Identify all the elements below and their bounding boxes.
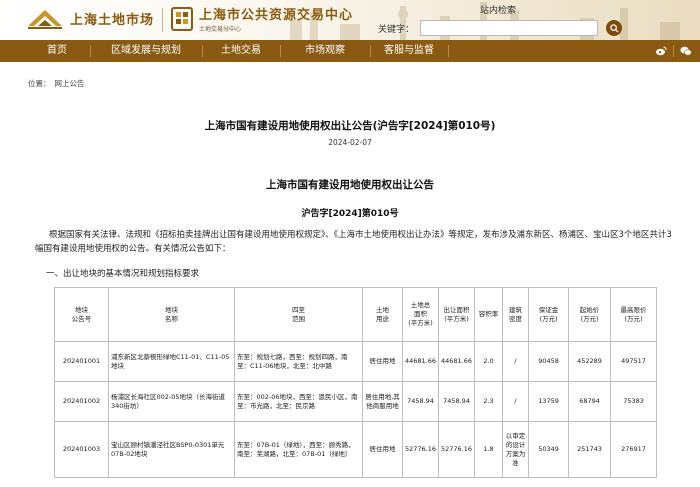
cell-transfer-area: 7458.94 <box>438 381 476 422</box>
cell-deposit: 90458 <box>528 341 570 382</box>
logo2-subtext: 土地交易分中心 <box>199 26 242 33</box>
header-transfer-area: 出让面积 (平方米) <box>438 287 476 342</box>
cell-transfer-area: 52776.16 <box>438 421 476 478</box>
table-header-row: 地块 公告号 地块 名称 四至 范围 土地 用途 土地总 面积 (平方米) 出让面积 (平方米… <box>54 287 658 342</box>
cell-building-density: 以审定的设计方案为准 <box>502 421 530 478</box>
weibo-icon[interactable] <box>655 45 667 57</box>
cell-plot-number: 202401003 <box>54 421 109 478</box>
nav-icon-group <box>655 40 692 62</box>
page-title: 上海市国有建设用地使用权出让公告(沪告字[2024]第010号) <box>204 120 496 132</box>
header-building-density: 建筑 密度 <box>502 287 530 342</box>
logo-divider <box>162 8 163 32</box>
header-starting-price: 起始价 (万元) <box>568 287 612 342</box>
notice-number: 沪告字[2024]第010号 <box>301 209 399 219</box>
header-land-use: 土地 用途 <box>362 287 403 342</box>
header-plot-number: 地块 公告号 <box>54 287 109 342</box>
header-deposit: 保证金 (万元) <box>528 287 570 342</box>
header-plot-name: 地块 名称 <box>108 287 235 342</box>
shanghai-land-market-logo[interactable]: 上海土地市场 <box>26 6 154 30</box>
main-nav: 首页 区域发展与规划 土地交易 市场观察 客服与监督 <box>0 40 700 62</box>
cell-boundaries: 东至：规划七路，西至：规划四路，南至：C11-06地块，北至：北中路 <box>234 341 363 382</box>
cell-plot-name: 杨浦区长海社区002-05地块（长海街道340街坊） <box>108 381 235 422</box>
cell-starting-price: 251743 <box>568 421 612 478</box>
cell-plot-ratio: 2.3 <box>474 381 504 422</box>
logo2-text: 上海市公共资源交易中心 <box>199 8 354 23</box>
land-plots-table: 地块 公告号 地块 名称 四至 范围 土地 用途 土地总 面积 (平方米) 出让面积 (平方米… <box>54 287 658 478</box>
cell-plot-name: 宝山区顾村镇潘泾社区BSP0-0301单元07B-02地块 <box>108 421 235 478</box>
nav-icon-separator <box>673 45 674 57</box>
cell-boundaries: 东至：002-06地块，西至：恩民小区，南至：市光路，北至：民京路 <box>234 381 363 422</box>
cell-boundaries: 东至：07B-01（绿地），西至：顾秀路，南至：芜湖路，北至：07B-01（绿地… <box>234 421 363 478</box>
cell-deposit: 13759 <box>528 381 570 422</box>
cell-building-density: / <box>502 341 530 382</box>
search-button[interactable] <box>606 20 622 36</box>
nav-separator <box>448 45 449 57</box>
public-resources-center-logo[interactable]: 上海市公共资源交易中心 土地交易分中心 <box>170 4 353 33</box>
cell-plot-number: 202401001 <box>54 341 109 382</box>
nav-item-land-transaction[interactable]: 土地交易 <box>202 40 280 62</box>
cell-land-use: 居住用地 <box>362 341 403 382</box>
breadcrumb: 位置： 网上公告 <box>28 78 85 89</box>
cell-max-price: 276917 <box>610 421 658 478</box>
cell-total-area: 52776.16 <box>401 421 440 478</box>
section-heading: 一、出让地块的基本情况和规划指标要求 <box>46 269 200 279</box>
search-icon <box>609 23 619 33</box>
resources-center-logo-icon <box>171 6 193 31</box>
cell-plot-ratio: 2.0 <box>474 341 504 382</box>
cell-max-price: 497517 <box>610 341 658 382</box>
nav-item-regional-development[interactable]: 区域发展与规划 <box>90 40 202 62</box>
nav-item-customer-service[interactable]: 客服与监督 <box>370 40 448 62</box>
cell-land-use: 居住用地,其他商服用地 <box>362 381 403 422</box>
breadcrumb-position-label: 位置： <box>28 79 51 88</box>
table-row: 202401003 宝山区顾村镇潘泾社区BSP0-0301单元07B-02地块 … <box>54 421 658 478</box>
cell-starting-price: 452289 <box>568 341 612 382</box>
cell-land-use: 居住用地 <box>362 421 403 478</box>
cell-plot-ratio: 1.8 <box>474 421 504 478</box>
header-max-price: 最高限价 (万元) <box>610 287 658 342</box>
cell-building-density: / <box>502 381 530 422</box>
cell-max-price: 75383 <box>610 381 658 422</box>
cell-total-area: 7458.94 <box>401 381 440 422</box>
notice-title: 上海市国有建设用地使用权出让公告 <box>266 179 434 191</box>
land-market-logo-icon <box>28 10 62 29</box>
nav-item-home[interactable]: 首页 <box>24 40 90 62</box>
logo1-text: 上海土地市场 <box>70 12 155 28</box>
breadcrumb-current[interactable]: 网上公告 <box>55 78 85 89</box>
nav-item-market-observation[interactable]: 市场观察 <box>280 40 370 62</box>
publish-date: 2024-02-07 <box>328 138 372 147</box>
site-search-title: 站内检索 <box>480 6 517 16</box>
cell-deposit: 50349 <box>528 421 570 478</box>
search-input[interactable] <box>420 20 598 36</box>
header-boundaries: 四至 范围 <box>234 287 363 342</box>
cell-total-area: 44681.66 <box>401 341 440 382</box>
search-label: 关键字： <box>377 24 414 35</box>
cell-plot-number: 202401002 <box>54 381 109 422</box>
table-row: 202401002 杨浦区长海社区002-05地块（长海街道340街坊） 东至：… <box>54 381 658 422</box>
cell-starting-price: 68794 <box>568 381 612 422</box>
site-search: 关键字： <box>372 20 622 36</box>
header-total-area: 土地总 面积 (平方米) <box>401 287 440 342</box>
table-row: 202401001 浦东新区北蔡楔形绿地C11-01、C11-05地块 东至：规… <box>54 341 658 382</box>
notice-intro: 根据国家有关法律、法规和《招标拍卖挂牌出让国有建设用地使用权规定》、《上海市土地… <box>35 230 672 254</box>
cell-transfer-area: 44681.66 <box>438 341 476 382</box>
wechat-icon[interactable] <box>680 45 692 57</box>
header-plot-ratio: 容积率 <box>474 287 504 342</box>
cell-plot-name: 浦东新区北蔡楔形绿地C11-01、C11-05地块 <box>108 341 235 382</box>
